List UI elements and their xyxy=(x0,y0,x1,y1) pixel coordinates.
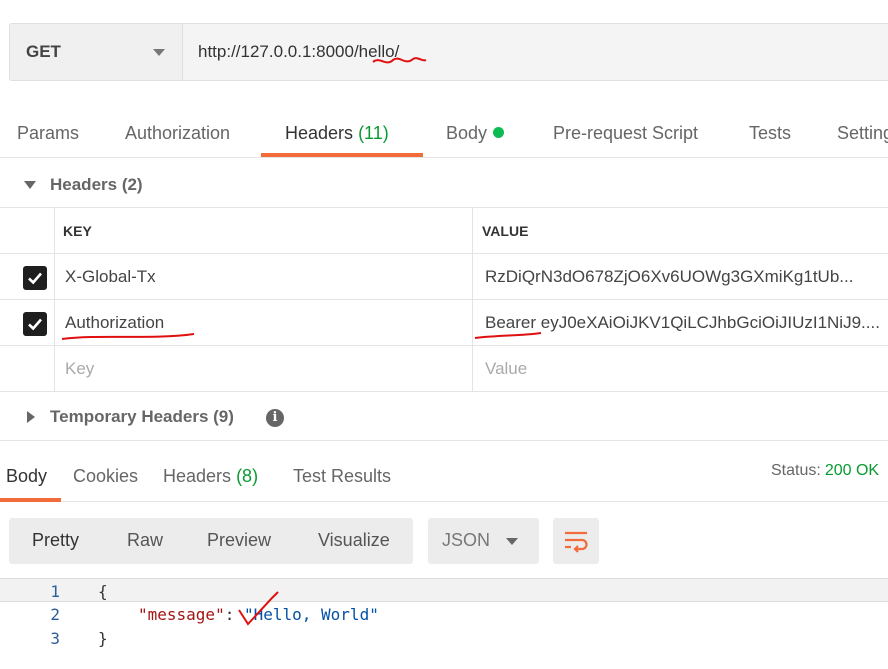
temporary-headers-toggle[interactable]: Temporary Headers (9) i xyxy=(0,393,888,441)
tab-pre-request-script[interactable]: Pre-request Script xyxy=(553,123,698,144)
resp-tab-body[interactable]: Body xyxy=(6,466,47,487)
tab-label: Params xyxy=(17,123,80,143)
code-text: { xyxy=(98,582,108,601)
status-label: Status: xyxy=(771,462,821,479)
check-cell xyxy=(0,300,55,346)
method-select[interactable]: GET xyxy=(9,23,182,81)
line-number: 3 xyxy=(50,629,60,648)
column-header-value: VALUE xyxy=(482,223,529,239)
code-text: } xyxy=(98,629,108,648)
tab-label: Cookies xyxy=(73,466,139,486)
active-tab-indicator xyxy=(261,153,423,157)
json-colon: : xyxy=(224,605,244,624)
table-header-row: KEY VALUE xyxy=(0,208,888,254)
checkmark-icon xyxy=(28,318,42,331)
status-dot-icon xyxy=(493,127,505,138)
view-visualize-button[interactable]: Visualize xyxy=(318,530,390,551)
method-label: GET xyxy=(26,42,61,61)
new-value-field[interactable]: Value xyxy=(473,346,888,392)
column-header-key: KEY xyxy=(63,223,92,239)
resp-tab-test-results[interactable]: Test Results xyxy=(293,466,391,487)
format-select[interactable]: JSON xyxy=(428,518,539,564)
chevron-down-icon xyxy=(506,538,518,545)
code-text: "message": "Hello, World" xyxy=(138,605,379,624)
response-body: 1 { 2 "message": "Hello, World" 3 } xyxy=(0,577,888,669)
header-check-cell xyxy=(0,208,55,254)
tab-tests[interactable]: Tests xyxy=(749,123,791,144)
tab-label: Headers xyxy=(285,123,354,143)
header-value-field[interactable]: RzDiQrN3dO678ZjO6Xv6UOWg3GXmiKg1tUb... xyxy=(473,254,888,300)
resp-tab-cookies[interactable]: Cookies xyxy=(73,466,138,487)
tab-label: Settings xyxy=(837,123,888,143)
header-key-field[interactable]: X-Global-Tx xyxy=(55,254,473,300)
request-tabs: Params Authorization Headers (11) Body P… xyxy=(0,110,888,158)
line-number: 1 xyxy=(50,582,60,601)
tab-label: Body xyxy=(6,466,48,486)
code-line: 1 { xyxy=(0,578,888,602)
check-cell xyxy=(0,346,55,392)
url-text: http://127.0.0.1:8000/hello/ xyxy=(198,42,400,61)
tab-label: Tests xyxy=(749,123,792,143)
tab-params[interactable]: Params xyxy=(17,123,79,144)
tab-count: (8) xyxy=(236,466,259,486)
tab-label: Pre-request Script xyxy=(553,123,699,143)
key-placeholder: Key xyxy=(65,359,95,378)
tab-label: Authorization xyxy=(125,123,231,143)
header-key-field[interactable]: Authorization xyxy=(55,300,473,346)
check-cell xyxy=(0,254,55,300)
code-line: 3 } xyxy=(0,626,888,650)
tab-settings[interactable]: Settings xyxy=(837,123,888,144)
active-tab-indicator xyxy=(0,498,61,502)
header-value: Bearer eyJ0eXAiOiJKV1QiLCJhbGciOiJIUzI1N… xyxy=(485,313,880,332)
view-mode-group: Pretty Raw Preview Visualize xyxy=(9,518,413,564)
view-raw-button[interactable]: Raw xyxy=(127,530,163,551)
header-value-cell: VALUE xyxy=(473,208,888,254)
tab-count: (11) xyxy=(358,123,389,143)
format-label: JSON xyxy=(442,530,491,550)
checkmark-icon xyxy=(28,272,42,285)
view-pretty-button[interactable]: Pretty xyxy=(32,530,79,551)
table-row: X-Global-Tx RzDiQrN3dO678ZjO6Xv6UOWg3GXm… xyxy=(0,254,888,300)
header-value-field[interactable]: Bearer eyJ0eXAiOiJKV1QiLCJhbGciOiJIUzI1N… xyxy=(473,300,888,346)
row-checkbox[interactable] xyxy=(23,312,47,336)
table-row-new: Key Value xyxy=(0,346,888,392)
view-preview-button[interactable]: Preview xyxy=(207,530,271,551)
wrap-lines-button[interactable] xyxy=(553,518,599,564)
line-number: 2 xyxy=(50,605,60,624)
header-value: RzDiQrN3dO678ZjO6Xv6UOWg3GXmiKg1tUb... xyxy=(485,267,854,286)
request-bar: GET http://127.0.0.1:8000/hello/ xyxy=(0,0,888,98)
header-key: Authorization xyxy=(65,313,165,332)
temporary-headers-title: Temporary Headers (9) xyxy=(50,407,234,426)
wrap-lines-icon xyxy=(565,531,588,553)
tab-authorization[interactable]: Authorization xyxy=(125,123,230,144)
resp-tab-headers[interactable]: Headers (8) xyxy=(163,466,258,487)
header-key: X-Global-Tx xyxy=(65,267,156,286)
tab-label: Body xyxy=(446,123,488,143)
headers-section-toggle[interactable]: Headers (2) xyxy=(0,160,888,208)
tab-body[interactable]: Body xyxy=(446,123,505,144)
headers-section-title: Headers (2) xyxy=(50,175,143,194)
chevron-down-icon xyxy=(153,49,165,56)
response-tabs: Body Cookies Headers (8) Test Results St… xyxy=(0,452,888,502)
new-key-field[interactable]: Key xyxy=(55,346,473,392)
json-value: "Hello, World" xyxy=(243,605,379,624)
caret-down-icon xyxy=(24,181,36,189)
tab-headers[interactable]: Headers (11) xyxy=(285,123,389,144)
value-placeholder: Value xyxy=(485,359,528,378)
json-key: "message" xyxy=(138,605,225,624)
url-input[interactable]: http://127.0.0.1:8000/hello/ xyxy=(182,23,888,81)
table-row: Authorization Bearer eyJ0eXAiOiJKV1QiLCJ… xyxy=(0,300,888,346)
code-line: 2 "message": "Hello, World" xyxy=(0,602,888,626)
tab-label: Test Results xyxy=(293,466,392,486)
tab-label: Headers xyxy=(163,466,232,486)
caret-right-icon xyxy=(27,411,35,423)
response-status: Status: 200 OK xyxy=(771,462,879,480)
status-value: 200 OK xyxy=(824,462,880,479)
row-checkbox[interactable] xyxy=(23,266,47,290)
info-icon[interactable]: i xyxy=(266,409,284,427)
header-key-cell: KEY xyxy=(55,208,473,254)
